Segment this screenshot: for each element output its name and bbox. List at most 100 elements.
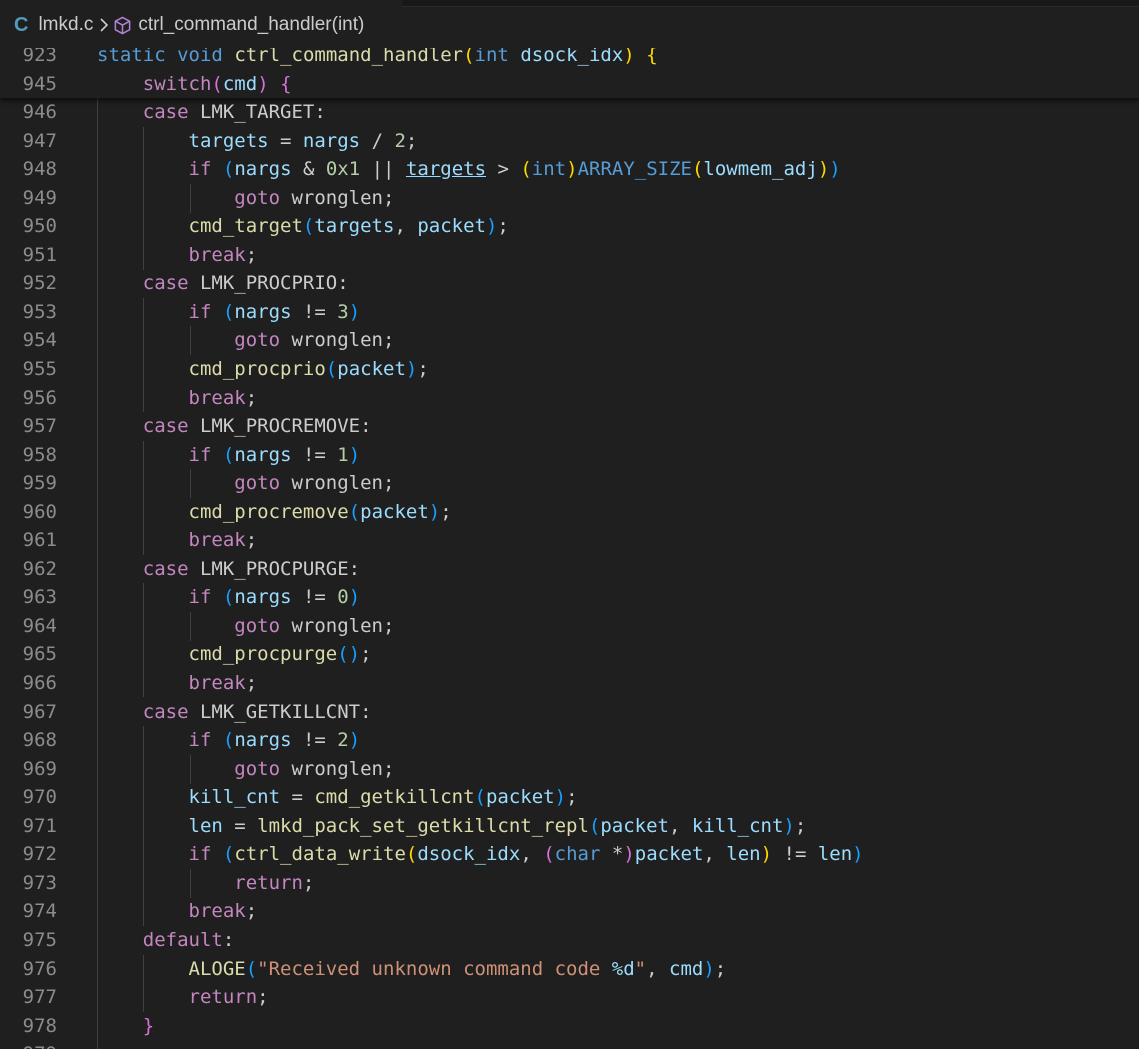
- code-text: if (nargs != 0): [97, 583, 361, 612]
- line-number: 950: [22, 215, 57, 238]
- code-token: ): [348, 300, 361, 323]
- code-text: case LMK_PROCPRIO:: [97, 269, 349, 298]
- code-text: cmd_procprio(packet);: [97, 355, 429, 384]
- code-line[interactable]: 960 cmd_procremove(packet);: [0, 498, 1139, 527]
- indent-guide: [190, 869, 191, 898]
- code-line[interactable]: 953 if (nargs != 3): [0, 298, 1139, 327]
- code-line[interactable]: 967 case LMK_GETKILLCNT:: [0, 698, 1139, 727]
- code-token: ): [852, 843, 864, 866]
- indent-guide: [190, 469, 191, 498]
- code-token: ;: [245, 672, 258, 694]
- code-line[interactable]: 973 return;: [0, 869, 1139, 898]
- code-token: (: [222, 586, 235, 609]
- code-token: wronglen;: [280, 329, 395, 352]
- sticky-scroll-header[interactable]: 923 static void ctrl_command_handler(int …: [0, 41, 1139, 98]
- code-token: ,: [646, 957, 670, 980]
- code-line[interactable]: 948 if (nargs & 0x1 || targets > (int)AR…: [0, 155, 1139, 184]
- line-number: 976: [22, 957, 57, 980]
- code-line[interactable]: 968 if (nargs != 2): [0, 726, 1139, 755]
- code-token: (: [222, 843, 235, 866]
- code-token: ;: [405, 129, 418, 152]
- code-token: wronglen;: [280, 757, 395, 780]
- code-token: ): [257, 72, 269, 95]
- code-line[interactable]: 965 cmd_procpurge();: [0, 640, 1139, 669]
- code-token: 2: [394, 129, 406, 152]
- code-editor[interactable]: 946 case LMK_TARGET: 947 targets = nargs …: [0, 98, 1139, 1049]
- code-line[interactable]: 946 case LMK_TARGET:: [0, 98, 1139, 127]
- code-token: (: [543, 843, 555, 866]
- line-number: 970: [22, 786, 57, 809]
- code-line[interactable]: 956 break;: [0, 384, 1139, 413]
- code-line[interactable]: 971 len = lmkd_pack_set_getkillcnt_repl(…: [0, 812, 1139, 841]
- code-token: (: [222, 300, 235, 323]
- code-token: cmd_target: [188, 215, 303, 238]
- code-line[interactable]: 966 break;: [0, 669, 1139, 698]
- code-token[interactable]: targets: [406, 158, 486, 180]
- indent-guide: [143, 127, 144, 270]
- code-line[interactable]: 962 case LMK_PROCPURGE:: [0, 555, 1139, 584]
- code-line[interactable]: 976 ALOGE("Received unknown command code…: [0, 955, 1139, 984]
- code-token: ;: [497, 215, 509, 238]
- line-number: 977: [22, 986, 57, 1009]
- line-number: 953: [22, 300, 57, 323]
- code-token: if: [188, 586, 212, 609]
- code-line[interactable]: 954 goto wronglen;: [0, 326, 1139, 355]
- code-line[interactable]: 950 cmd_target(targets, packet);: [0, 212, 1139, 241]
- indent-guide: [143, 955, 144, 1012]
- code-text: switch(cmd) {: [97, 70, 292, 99]
- code-token: !=: [291, 729, 338, 752]
- code-text: break;: [97, 897, 258, 926]
- code-text: targets = nargs / 2;: [97, 127, 418, 156]
- indent-guide: [190, 326, 191, 355]
- code-line[interactable]: 947 targets = nargs / 2;: [0, 127, 1139, 156]
- code-text: break;: [97, 384, 258, 413]
- code-token: switch: [142, 72, 212, 95]
- code-token: lmkd_pack_set_getkillcnt_repl: [257, 814, 589, 837]
- code-line[interactable]: 978 }: [0, 1012, 1139, 1041]
- breadcrumb-symbol[interactable]: ctrl_command_handler(int): [138, 14, 364, 36]
- code-line[interactable]: 949 goto wronglen;: [0, 184, 1139, 213]
- code-line[interactable]: 964 goto wronglen;: [0, 612, 1139, 641]
- line-number: 975: [22, 928, 57, 951]
- code-text: goto wronglen;: [97, 184, 394, 213]
- line-number: 959: [22, 472, 57, 495]
- indent-guide: [190, 755, 191, 784]
- code-line[interactable]: 972 if (ctrl_data_write(dsock_idx, (char…: [0, 840, 1139, 869]
- code-text: len = lmkd_pack_set_getkillcnt_repl(pack…: [97, 812, 807, 841]
- code-line[interactable]: 963 if (nargs != 0): [0, 583, 1139, 612]
- code-line[interactable]: 979: [0, 1040, 1139, 1049]
- code-line[interactable]: 957 case LMK_PROCREMOVE:: [0, 412, 1139, 441]
- code-line[interactable]: 969 goto wronglen;: [0, 755, 1139, 784]
- code-line[interactable]: 974 break;: [0, 897, 1139, 926]
- breadcrumb: C lmkd.c ctrl_command_handler(int): [0, 0, 1139, 48]
- code-text: return;: [97, 869, 314, 898]
- code-token: goto: [234, 757, 281, 780]
- breadcrumb-file[interactable]: lmkd.c: [38, 14, 93, 36]
- code-line[interactable]: 970 kill_cnt = cmd_getkillcnt(packet);: [0, 783, 1139, 812]
- code-token: (: [348, 500, 361, 523]
- code-line[interactable]: 959 goto wronglen;: [0, 469, 1139, 498]
- code-token: nargs: [234, 158, 292, 181]
- code-text: if (nargs != 1): [97, 441, 361, 470]
- code-line[interactable]: 951 break;: [0, 241, 1139, 270]
- code-line[interactable]: 945 switch(cmd) {: [0, 70, 1139, 99]
- code-token: 0x1: [325, 158, 361, 181]
- code-line[interactable]: 958 if (nargs != 1): [0, 441, 1139, 470]
- code-token: ,: [703, 843, 727, 866]
- code-line[interactable]: 952 case LMK_PROCPRIO:: [0, 269, 1139, 298]
- code-text: ALOGE("Received unknown command code %d"…: [97, 955, 727, 984]
- code-token: case: [142, 557, 189, 580]
- line-number: 951: [22, 243, 57, 266]
- line-number: 971: [22, 814, 57, 837]
- code-line[interactable]: 961 break;: [0, 526, 1139, 555]
- code-line[interactable]: 975 default:: [0, 926, 1139, 955]
- line-number: 945: [22, 72, 57, 95]
- code-line[interactable]: 955 cmd_procprio(packet);: [0, 355, 1139, 384]
- code-line[interactable]: 977 return;: [0, 983, 1139, 1012]
- code-token: kill_cnt: [691, 814, 784, 837]
- line-number: 949: [22, 186, 57, 209]
- code-token: nargs: [302, 129, 361, 152]
- code-token: ;: [440, 500, 452, 523]
